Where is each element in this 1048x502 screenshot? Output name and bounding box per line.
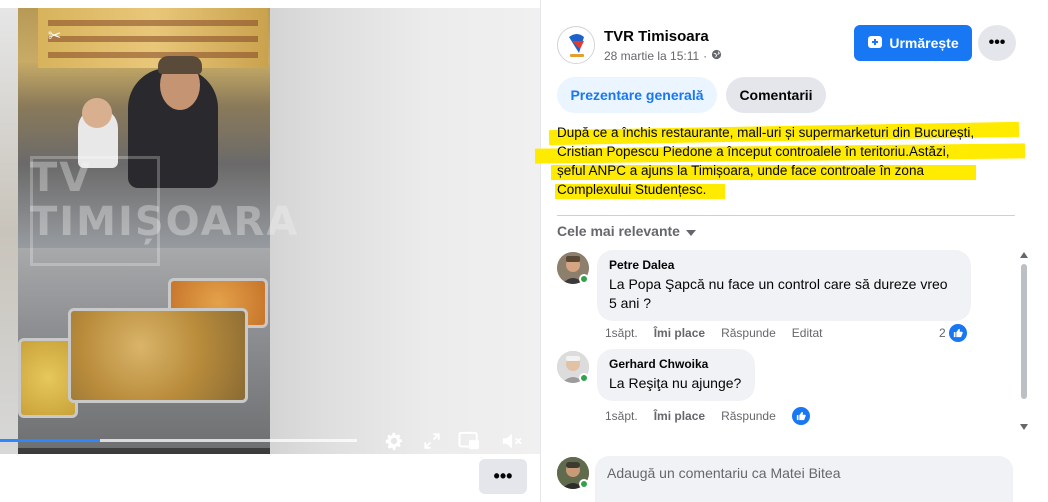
online-indicator <box>579 373 589 383</box>
edited-label: Editat <box>791 326 823 340</box>
post-text-line: Complexului Studențesc. <box>557 182 707 197</box>
post-panel: TVR Timisoara 28 martie la 15:11 · Urmăr… <box>534 0 1048 502</box>
follow-button[interactable]: Urmărește <box>854 25 972 61</box>
scroll-up-icon[interactable] <box>1020 252 1028 258</box>
person-hat <box>158 56 202 74</box>
like-link[interactable]: Îmi place <box>654 326 705 340</box>
thumbs-up-icon <box>948 324 967 342</box>
menu-board <box>38 8 268 68</box>
gear-icon[interactable] <box>382 429 406 453</box>
video-player[interactable]: ✂ TV TIMIȘOARA <box>0 8 540 454</box>
video-pane: ✂ TV TIMIȘOARA ••• <box>0 0 540 502</box>
comment-text: La Popa Şapcă nu face un control care să… <box>609 276 948 292</box>
reaction-count-number: 2 <box>939 326 946 340</box>
food-tray <box>68 308 248 403</box>
comment-actions: 1săpt. Îmi place Răspunde <box>605 407 810 425</box>
video-blur-edge <box>0 8 18 454</box>
comment-author[interactable]: Gerhard Chwoika <box>609 357 743 371</box>
reaction-count[interactable]: 2 <box>939 324 967 342</box>
thumbs-up-icon[interactable] <box>791 407 810 425</box>
page-name[interactable]: TVR Timisoara <box>604 28 709 45</box>
comment-bubble: Gerhard Chwoika La Reşiţa nu ajunge? <box>597 349 755 401</box>
comment-text: 5 ani ? <box>609 295 652 311</box>
expand-icon[interactable] <box>420 429 444 453</box>
comment-actions: 1săpt. Îmi place Răspunde Editat <box>605 326 822 340</box>
progress-bar[interactable] <box>0 439 357 442</box>
comment-input-placeholder: Adaugă un comentariu ca Matei Bitea <box>607 465 841 481</box>
pip-icon[interactable] <box>457 429 481 453</box>
comment-bubble: Petre Dalea La Popa Şapcă nu face un con… <box>597 250 971 321</box>
comment-author[interactable]: Petre Dalea <box>609 258 959 272</box>
follow-label: Urmărește <box>889 35 959 51</box>
post-meta: 28 martie la 15:11 · <box>604 49 722 63</box>
comment-text: La Reşiţa nu ajunge? <box>609 375 742 391</box>
volume-muted-icon[interactable] <box>500 429 524 453</box>
watermark-line1: TV <box>30 155 93 201</box>
facebook-photo-viewer: ✂ TV TIMIȘOARA ••• TVR Timisoara 28 mart… <box>0 0 1048 502</box>
meta-separator: · <box>703 49 708 63</box>
post-text-line: După ce a închis restaurante, mall-uri ș… <box>557 125 975 140</box>
video-more-button[interactable]: ••• <box>479 459 527 494</box>
divider <box>557 215 1015 216</box>
watermark-line2: TIMIȘOARA <box>30 199 300 245</box>
comments-scrollbar[interactable] <box>1019 252 1029 430</box>
like-link[interactable]: Îmi place <box>654 409 705 423</box>
post-text: După ce a închis restaurante, mall-uri ș… <box>534 121 1048 202</box>
online-indicator <box>579 479 589 489</box>
follow-icon <box>867 34 883 53</box>
caret-down-icon <box>685 223 696 239</box>
tab-overview[interactable]: Prezentare generală <box>557 77 717 113</box>
tvr-watermark: TV TIMIȘOARA <box>30 155 300 276</box>
comment-time[interactable]: 1săpt. <box>605 326 638 340</box>
online-indicator <box>579 274 589 284</box>
reply-link[interactable]: Răspunde <box>721 326 776 340</box>
scroll-down-icon[interactable] <box>1020 424 1028 430</box>
sort-label: Cele mai relevante <box>557 223 680 239</box>
post-text-line: Cristian Popescu Piedone a început contr… <box>557 144 950 159</box>
video-controls <box>0 420 540 454</box>
capcut-logo-icon: ✂ <box>48 28 62 45</box>
progress-fill <box>0 439 100 442</box>
reply-link[interactable]: Răspunde <box>721 409 776 423</box>
post-more-button[interactable]: ••• <box>978 25 1016 61</box>
tab-comments[interactable]: Comentarii <box>726 77 826 113</box>
post-text-line: șeful ANPC a ajuns la Timișoara, unde fa… <box>557 163 924 178</box>
globe-icon <box>711 49 722 63</box>
sort-dropdown[interactable]: Cele mai relevante <box>557 223 696 239</box>
worker-head <box>82 98 112 128</box>
post-date[interactable]: 28 martie la 15:11 <box>604 49 699 63</box>
comment-time[interactable]: 1săpt. <box>605 409 638 423</box>
page-avatar[interactable] <box>557 26 595 64</box>
scroll-thumb[interactable] <box>1021 264 1027 399</box>
comment-input[interactable]: Adaugă un comentariu ca Matei Bitea <box>595 456 1013 502</box>
